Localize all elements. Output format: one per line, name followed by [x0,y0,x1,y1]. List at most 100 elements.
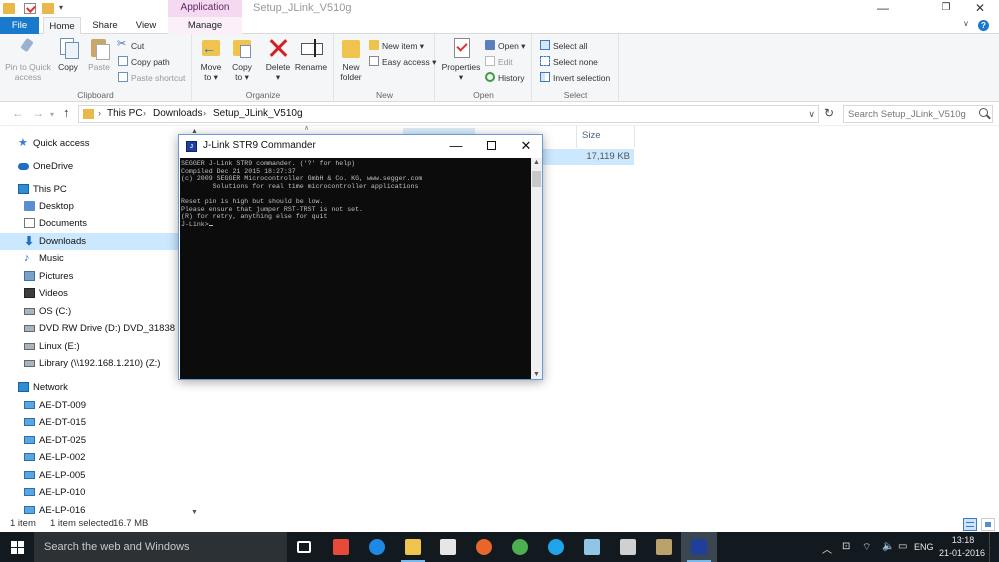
invert-selection-button[interactable]: Invert selection [540,71,610,85]
copy-to-button[interactable]: Copy to ▾ [228,37,256,82]
chevron-down-icon[interactable]: ▾ [59,3,63,12]
console-close-button[interactable]: ✕ [512,138,540,154]
scroll-up-arrow-icon[interactable]: ▲ [533,159,540,166]
nav-item[interactable]: Desktop [0,198,190,215]
nav-item[interactable]: ⬇ Downloads [0,233,190,250]
scroll-down-arrow-icon[interactable]: ▼ [533,371,540,378]
chevron-down-icon[interactable]: ∨ [963,19,969,28]
taskbar-app-button[interactable] [287,532,323,562]
address-bar[interactable]: › This PC › Downloads › Setup_JLink_V510… [78,105,819,123]
refresh-icon[interactable]: ↻ [822,106,836,122]
nav-item[interactable]: AE-DT-009 [0,397,190,414]
taskbar-search-box[interactable]: Search the web and Windows [34,532,287,562]
select-all-button[interactable]: Select all [540,39,588,53]
tab-share[interactable]: Share [87,17,123,34]
copy-button[interactable]: Copy [54,37,82,72]
nav-item[interactable]: DVD RW Drive (D:) DVD_31838 [0,320,190,337]
nav-item[interactable]: AE-LP-002 [0,449,190,466]
breadcrumb-this-pc[interactable]: This PC [107,108,143,119]
start-button[interactable] [0,532,34,562]
nav-item[interactable]: Documents [0,215,190,232]
new-item-button[interactable]: New item ▾ [369,39,424,53]
search-input[interactable] [844,106,974,123]
network-status-icon[interactable]: ⊡ [842,541,850,552]
nav-item[interactable]: Linux (E:) [0,338,190,355]
taskbar-app-button[interactable] [502,532,538,562]
nav-item[interactable]: AE-LP-005 [0,467,190,484]
tab-manage[interactable]: Manage [168,17,242,34]
delete-button[interactable]: Delete ▾ [262,37,294,82]
forward-arrow-icon[interactable]: → [32,106,44,120]
nav-item[interactable]: Network [0,379,190,396]
breadcrumb-setup-jlink[interactable]: Setup_JLink_V510g [213,108,303,119]
nav-item[interactable]: AE-LP-010 [0,484,190,501]
rename-button[interactable]: Rename [294,37,328,72]
properties-button[interactable]: Properties ▾ [440,37,482,82]
breadcrumb-downloads[interactable]: Downloads [153,108,202,119]
nav-item[interactable]: Videos [0,285,190,302]
new-folder-quick-access-icon[interactable] [42,3,54,14]
chevron-up-icon[interactable]: ︿ [822,541,832,556]
clock-time[interactable]: 13:18 [943,535,983,545]
recent-locations-chevron-icon[interactable]: ▾ [50,110,54,119]
search-box[interactable] [843,105,993,123]
nav-item[interactable]: This PC [0,181,190,198]
scrollbar-thumb[interactable] [532,171,541,187]
console-maximize-button[interactable] [477,138,505,154]
taskbar-app-button[interactable] [574,532,610,562]
console-scrollbar[interactable]: ▲ ▼ [531,158,542,379]
nav-item[interactable]: Library (\\192.168.1.210) (Z:) [0,355,190,372]
taskbar-app-button[interactable] [610,532,646,562]
message-icon[interactable]: ▭ [898,541,907,552]
select-none-button[interactable]: Select none [540,55,598,69]
console-minimize-button[interactable]: — [442,138,470,154]
nav-item[interactable]: AE-DT-025 [0,432,190,449]
clock-date[interactable]: 21-01-2016 [938,548,986,558]
nav-item[interactable]: OneDrive [0,158,190,175]
file-row-selected[interactable]: 17,119 KB [538,149,634,165]
new-folder-button[interactable]: New folder [337,37,365,82]
taskbar-app-button[interactable] [323,532,359,562]
taskbar-app-button[interactable] [395,532,431,562]
paste-shortcut-button[interactable]: Paste shortcut [118,71,185,85]
move-to-button[interactable]: Move to ▾ [197,37,225,82]
taskbar-app-button[interactable] [466,532,502,562]
tab-view[interactable]: View [128,17,164,34]
nav-item[interactable]: OS (C:) [0,303,190,320]
properties-quick-access-icon[interactable] [24,3,36,14]
minimize-button[interactable]: — [860,0,906,17]
console-output[interactable]: SEGGER J-Link STR9 commander. ('?' for h… [180,158,531,379]
wifi-icon[interactable]: ⌔ [862,541,871,554]
open-button[interactable]: Open ▾ [485,39,525,53]
show-desktop-button[interactable] [989,532,999,562]
paste-button[interactable]: Paste [85,37,113,72]
up-arrow-icon[interactable]: ↑ [63,105,70,120]
cut-button[interactable]: Cut [117,37,144,53]
taskbar-app-button[interactable] [681,532,717,562]
language-indicator[interactable]: ENG [914,542,934,552]
nav-item[interactable]: ★ Quick access [0,135,190,152]
nav-item[interactable]: AE-LP-016 [0,502,190,518]
taskbar-app-button[interactable] [430,532,466,562]
easy-access-button[interactable]: Easy access ▾ [369,55,436,69]
chevron-down-icon[interactable]: ∨ [808,109,815,120]
nav-item[interactable]: Pictures [0,268,190,285]
copy-path-button[interactable]: Copy path [118,55,170,69]
tab-home[interactable]: Home [43,17,81,35]
history-button[interactable]: History [485,71,524,85]
large-icons-view-icon[interactable] [981,518,995,531]
pin-to-quick-access-button[interactable]: Pin to Quick access [4,37,52,82]
help-icon[interactable]: ? [978,20,989,31]
edit-button[interactable]: Edit [485,55,513,69]
scroll-down-arrow-icon[interactable]: ▼ [191,509,198,516]
tab-file[interactable]: File [0,17,39,34]
nav-item[interactable]: AE-DT-015 [0,414,190,431]
column-divider[interactable] [634,126,635,148]
nav-item[interactable]: ♪ Music [0,250,190,267]
details-view-icon[interactable] [963,518,977,531]
taskbar-app-button[interactable] [538,532,574,562]
taskbar-app-button[interactable] [359,532,395,562]
column-header-size[interactable]: Size [582,130,600,141]
taskbar-app-button[interactable] [646,532,682,562]
back-arrow-icon[interactable]: ← [12,106,24,120]
